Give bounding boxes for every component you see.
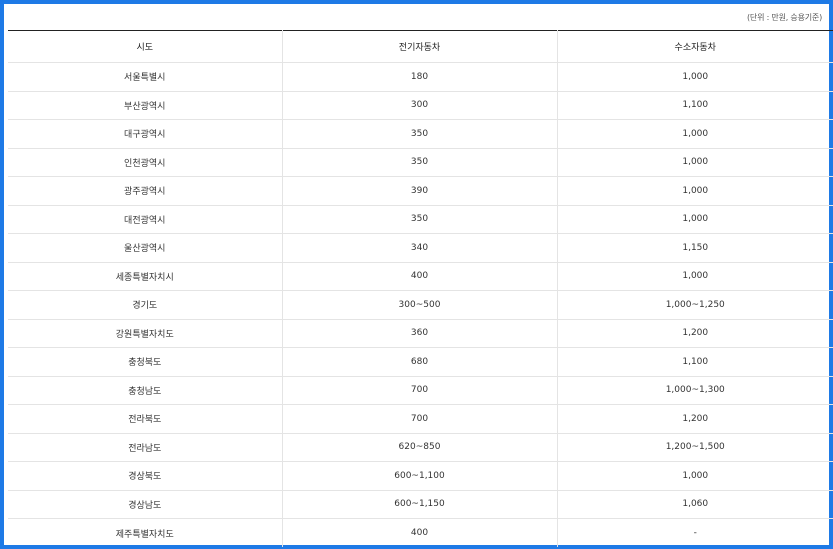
electric-vehicle-subsidy-cell: 300 bbox=[282, 91, 558, 120]
column-header-hydrogen-vehicle: 수소자동차 bbox=[557, 30, 833, 63]
header-row: 시도 전기자동차 수소자동차 bbox=[8, 30, 833, 63]
electric-vehicle-subsidy-cell: 600~1,100 bbox=[282, 461, 558, 491]
table-row: 서울특별시 180 1,000 bbox=[8, 62, 833, 92]
electric-vehicle-subsidy-cell: 700 bbox=[282, 404, 558, 434]
table-body: 서울특별시 180 1,000 부산광역시 300 1,100 대구광역시 350 1,000 인… bbox=[8, 62, 833, 547]
region-cell: 제주특별자치도 bbox=[8, 518, 283, 547]
hydrogen-vehicle-subsidy-cell: 1,000 bbox=[557, 461, 833, 491]
hydrogen-vehicle-subsidy-cell: 1,000~1,300 bbox=[557, 376, 833, 405]
region-cell: 대전광역시 bbox=[8, 205, 283, 234]
hydrogen-vehicle-subsidy-cell: 1,000 bbox=[557, 262, 833, 291]
hydrogen-vehicle-subsidy-cell: 1,200 bbox=[557, 404, 833, 434]
hydrogen-vehicle-subsidy-cell: 1,000 bbox=[557, 62, 833, 92]
hydrogen-vehicle-subsidy-cell: 1,000 bbox=[557, 119, 833, 149]
electric-vehicle-subsidy-cell: 390 bbox=[282, 176, 558, 206]
electric-vehicle-subsidy-cell: 360 bbox=[282, 319, 558, 348]
electric-vehicle-subsidy-cell: 680 bbox=[282, 347, 558, 377]
region-cell: 경기도 bbox=[8, 290, 283, 320]
table-row: 경기도 300~500 1,000~1,250 bbox=[8, 290, 833, 320]
electric-vehicle-subsidy-cell: 300~500 bbox=[282, 290, 558, 320]
table-row: 울산광역시 340 1,150 bbox=[8, 233, 833, 263]
electric-vehicle-subsidy-cell: 400 bbox=[282, 262, 558, 291]
table-row: 경상남도 600~1,150 1,060 bbox=[8, 490, 833, 519]
electric-vehicle-subsidy-cell: 340 bbox=[282, 233, 558, 263]
region-cell: 서울특별시 bbox=[8, 62, 283, 92]
region-cell: 경상남도 bbox=[8, 490, 283, 519]
region-cell: 부산광역시 bbox=[8, 91, 283, 120]
table-row: 전라남도 620~850 1,200~1,500 bbox=[8, 433, 833, 462]
electric-vehicle-subsidy-cell: 700 bbox=[282, 376, 558, 405]
region-cell: 충청북도 bbox=[8, 347, 283, 377]
region-cell: 강원특별자치도 bbox=[8, 319, 283, 348]
electric-vehicle-subsidy-cell: 180 bbox=[282, 62, 558, 92]
region-cell: 전라남도 bbox=[8, 433, 283, 462]
hydrogen-vehicle-subsidy-cell: 1,060 bbox=[557, 490, 833, 519]
hydrogen-vehicle-subsidy-cell: 1,000 bbox=[557, 205, 833, 234]
subsidy-table-frame: (단위 : 만원, 승용기준) 시도 전기자동차 수소자동차 서울특별시 180 1… bbox=[0, 0, 833, 549]
electric-vehicle-subsidy-cell: 600~1,150 bbox=[282, 490, 558, 519]
table-header: 시도 전기자동차 수소자동차 bbox=[8, 30, 833, 63]
electric-vehicle-subsidy-cell: 400 bbox=[282, 518, 558, 547]
hydrogen-vehicle-subsidy-cell: 1,100 bbox=[557, 347, 833, 377]
hydrogen-vehicle-subsidy-cell: 1,000 bbox=[557, 148, 833, 177]
hydrogen-vehicle-subsidy-cell: 1,000 bbox=[557, 176, 833, 206]
electric-vehicle-subsidy-cell: 350 bbox=[282, 119, 558, 149]
region-cell: 울산광역시 bbox=[8, 233, 283, 263]
table-row: 광주광역시 390 1,000 bbox=[8, 176, 833, 206]
region-cell: 인천광역시 bbox=[8, 148, 283, 177]
table-row: 충청남도 700 1,000~1,300 bbox=[8, 376, 833, 405]
region-cell: 전라북도 bbox=[8, 404, 283, 434]
hydrogen-vehicle-subsidy-cell: 1,000~1,250 bbox=[557, 290, 833, 320]
electric-vehicle-subsidy-cell: 620~850 bbox=[282, 433, 558, 462]
region-cell: 광주광역시 bbox=[8, 176, 283, 206]
hydrogen-vehicle-subsidy-cell: 1,200~1,500 bbox=[557, 433, 833, 462]
electric-vehicle-subsidy-cell: 350 bbox=[282, 205, 558, 234]
hydrogen-vehicle-subsidy-cell: - bbox=[693, 528, 697, 538]
table-row: 강원특별자치도 360 1,200 bbox=[8, 319, 833, 348]
hydrogen-vehicle-subsidy-cell: 1,200 bbox=[557, 319, 833, 348]
table-row: 부산광역시 300 1,100 bbox=[8, 91, 833, 120]
region-cell: 대구광역시 bbox=[8, 119, 283, 149]
region-cell: 충청남도 bbox=[8, 376, 283, 405]
region-cell: 세종특별자치시 bbox=[8, 262, 283, 291]
unit-note: (단위 : 만원, 승용기준) bbox=[747, 13, 822, 22]
subsidy-table: 시도 전기자동차 수소자동차 서울특별시 180 1,000 부산광역시 300 1,10… bbox=[8, 30, 833, 547]
electric-vehicle-subsidy-cell: 350 bbox=[282, 148, 558, 177]
hydrogen-vehicle-subsidy-cell: 1,150 bbox=[557, 233, 833, 263]
table-row: 인천광역시 350 1,000 bbox=[8, 148, 833, 177]
table-row: 충청북도 680 1,100 bbox=[8, 347, 833, 377]
column-header-electric-vehicle: 전기자동차 bbox=[282, 30, 558, 63]
table-row: 대전광역시 350 1,000 bbox=[8, 205, 833, 234]
table-row: 경상북도 600~1,100 1,000 bbox=[8, 461, 833, 491]
table-row: 전라북도 700 1,200 bbox=[8, 404, 833, 434]
hydrogen-vehicle-subsidy-cell: 1,100 bbox=[557, 91, 833, 120]
column-header-region: 시도 bbox=[8, 30, 283, 63]
region-cell: 경상북도 bbox=[8, 461, 283, 491]
table-row: 대구광역시 350 1,000 bbox=[8, 119, 833, 149]
table-row: 세종특별자치시 400 1,000 bbox=[8, 262, 833, 291]
table-row: 제주특별자치도 400 - bbox=[8, 518, 833, 547]
